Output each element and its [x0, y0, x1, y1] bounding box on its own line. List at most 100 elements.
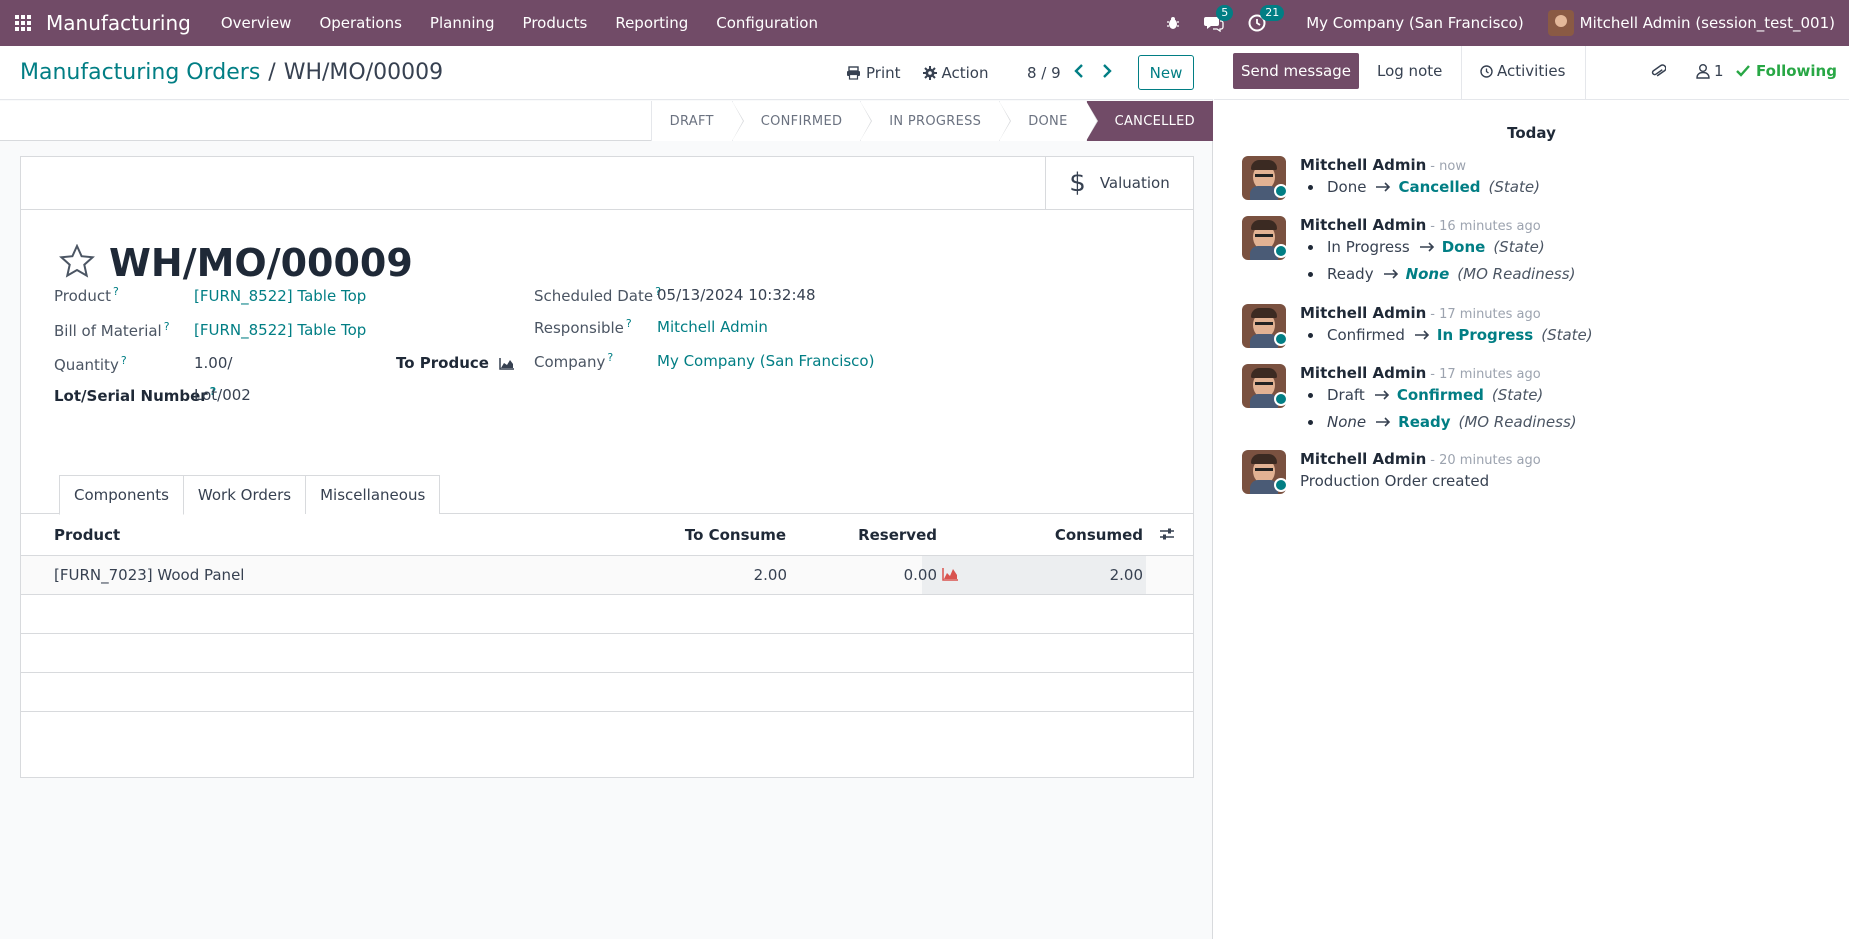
row-product[interactable]: [FURN_7023] Wood Panel: [54, 566, 244, 584]
quantity-field[interactable]: 1.00/: [194, 354, 232, 372]
systray: 5 21 My Company (San Francisco) Mitchell…: [1154, 0, 1849, 46]
pager-value[interactable]: 8 / 9: [1027, 64, 1061, 82]
row-reserved: 0.00: [903, 566, 937, 584]
tab-work-orders[interactable]: Work Orders: [182, 475, 307, 514]
notebook-tabs: Components Work Orders Miscellaneous: [59, 475, 441, 515]
message-author[interactable]: Mitchell Admin: [1300, 304, 1426, 322]
message-author[interactable]: Mitchell Admin: [1300, 450, 1426, 468]
lot-label: Lot/Serial Number?: [54, 385, 217, 405]
activities-label: Activities: [1497, 62, 1566, 80]
new-value: In Progress: [1436, 326, 1534, 344]
messages-badge: 5: [1216, 5, 1234, 21]
table-row-empty: [21, 595, 1193, 634]
menu-reporting[interactable]: Reporting: [601, 0, 702, 46]
chevron-left-icon[interactable]: [1070, 60, 1088, 82]
row-consumed[interactable]: 2.00: [1110, 566, 1143, 584]
user-name: Mitchell Admin (session_test_001): [1579, 14, 1835, 32]
new-value: Ready: [1398, 413, 1451, 431]
product-field[interactable]: [FURN_8522] Table Top: [194, 287, 366, 305]
lot-field[interactable]: Lot/002: [194, 386, 251, 404]
message-author[interactable]: Mitchell Admin: [1300, 364, 1426, 382]
following-button[interactable]: Following: [1736, 62, 1837, 80]
bug-icon[interactable]: [1166, 16, 1180, 30]
col-product[interactable]: Product: [54, 526, 120, 544]
table-row[interactable]: [FURN_7023] Wood Panel 2.00 0.00 2.00: [21, 556, 1193, 595]
menu-operations[interactable]: Operations: [305, 0, 415, 46]
status-draft[interactable]: DRAFT: [650, 101, 744, 141]
company-field[interactable]: My Company (San Francisco): [657, 352, 874, 370]
divider: [1585, 46, 1586, 100]
menu-configuration[interactable]: Configuration: [702, 0, 832, 46]
smart-button-box: $ Valuation: [21, 157, 1193, 210]
new-button[interactable]: New: [1138, 55, 1194, 90]
menu-planning[interactable]: Planning: [416, 0, 509, 46]
bom-field[interactable]: [FURN_8522] Table Top: [194, 321, 366, 339]
arrow-right-icon: [1376, 182, 1392, 192]
col-consumed[interactable]: Consumed: [1055, 526, 1143, 544]
title-row: WH/MO/00009: [59, 241, 413, 285]
paperclip-icon[interactable]: [1650, 62, 1667, 84]
app-name[interactable]: Manufacturing: [46, 11, 191, 35]
responsible-label: Responsible?: [534, 317, 632, 337]
check-icon: [1736, 65, 1750, 77]
table-row-empty: [21, 634, 1193, 673]
arrow-right-icon: [1414, 330, 1431, 340]
breadcrumb-manufacturing-orders[interactable]: Manufacturing Orders: [20, 60, 260, 85]
tracking-change: Done Cancelled (State): [1308, 178, 1540, 196]
star-icon[interactable]: [59, 243, 95, 282]
settings-sliders-icon[interactable]: [1159, 527, 1175, 545]
valuation-button[interactable]: $ Valuation: [1045, 157, 1193, 209]
product-label: Product?: [54, 285, 119, 305]
statusbar: DRAFT CONFIRMED IN PROGRESS DONE CANCELL…: [650, 101, 1213, 141]
row-to-consume: 2.00: [753, 566, 787, 584]
table-header: Product To Consume Reserved Consumed: [21, 514, 1193, 556]
followers-count: 1: [1714, 62, 1724, 80]
status-cancelled[interactable]: CANCELLED: [1085, 101, 1213, 141]
new-value: None: [1405, 265, 1450, 283]
action-button[interactable]: Action: [922, 64, 989, 82]
activities-button[interactable]: Activities: [1480, 53, 1565, 89]
clock-icon[interactable]: 21: [1248, 5, 1285, 32]
company-switcher[interactable]: My Company (San Francisco): [1306, 14, 1523, 32]
message-time: - 17 minutes ago: [1430, 367, 1541, 382]
col-reserved[interactable]: Reserved: [858, 526, 937, 544]
online-status-icon: [1274, 332, 1288, 346]
tab-components[interactable]: Components: [59, 475, 184, 515]
apps-grid-icon[interactable]: [0, 0, 46, 46]
pager-nav: [1070, 60, 1116, 82]
arrow-right-icon: [1374, 390, 1391, 400]
clock-icon: [1480, 64, 1493, 78]
tab-miscellaneous[interactable]: Miscellaneous: [305, 475, 441, 514]
new-value: Confirmed: [1396, 386, 1484, 404]
print-button[interactable]: Print: [846, 64, 901, 82]
print-icon: [847, 66, 860, 80]
responsible-field[interactable]: Mitchell Admin: [657, 318, 768, 336]
log-note-button[interactable]: Log note: [1377, 53, 1442, 89]
send-message-button[interactable]: Send message: [1233, 53, 1359, 89]
breadcrumb-current: WH/MO/00009: [283, 60, 444, 85]
chat-icon[interactable]: 5: [1204, 5, 1234, 32]
menu-products[interactable]: Products: [509, 0, 602, 46]
status-in-progress[interactable]: IN PROGRESS: [860, 101, 1012, 141]
quantity-label: Quantity?: [54, 354, 127, 374]
arrow-right-icon: [1419, 242, 1436, 252]
area-chart-icon[interactable]: [499, 357, 515, 370]
components-table: Product To Consume Reserved Consumed [FU…: [21, 514, 1193, 779]
arrow-right-icon: [1383, 269, 1400, 279]
area-chart-icon[interactable]: [942, 567, 959, 585]
following-label: Following: [1756, 62, 1837, 80]
chevron-right-icon[interactable]: [1098, 60, 1116, 82]
menu-overview[interactable]: Overview: [207, 0, 306, 46]
status-done[interactable]: DONE: [999, 101, 1099, 141]
tracking-change: In Progress Done (State): [1308, 238, 1545, 256]
followers-button[interactable]: 1: [1696, 62, 1724, 80]
activities-badge: 21: [1260, 5, 1285, 21]
scheduled-date-field[interactable]: 05/13/2024 10:32:48: [657, 286, 816, 304]
col-to-consume[interactable]: To Consume: [685, 526, 786, 544]
message-author[interactable]: Mitchell Admin: [1300, 156, 1426, 174]
field-name: (State): [1491, 386, 1544, 404]
message-author[interactable]: Mitchell Admin: [1300, 216, 1426, 234]
status-confirmed[interactable]: CONFIRMED: [731, 101, 872, 141]
record-title: WH/MO/00009: [109, 241, 413, 285]
user-menu[interactable]: Mitchell Admin (session_test_001): [1547, 10, 1835, 36]
